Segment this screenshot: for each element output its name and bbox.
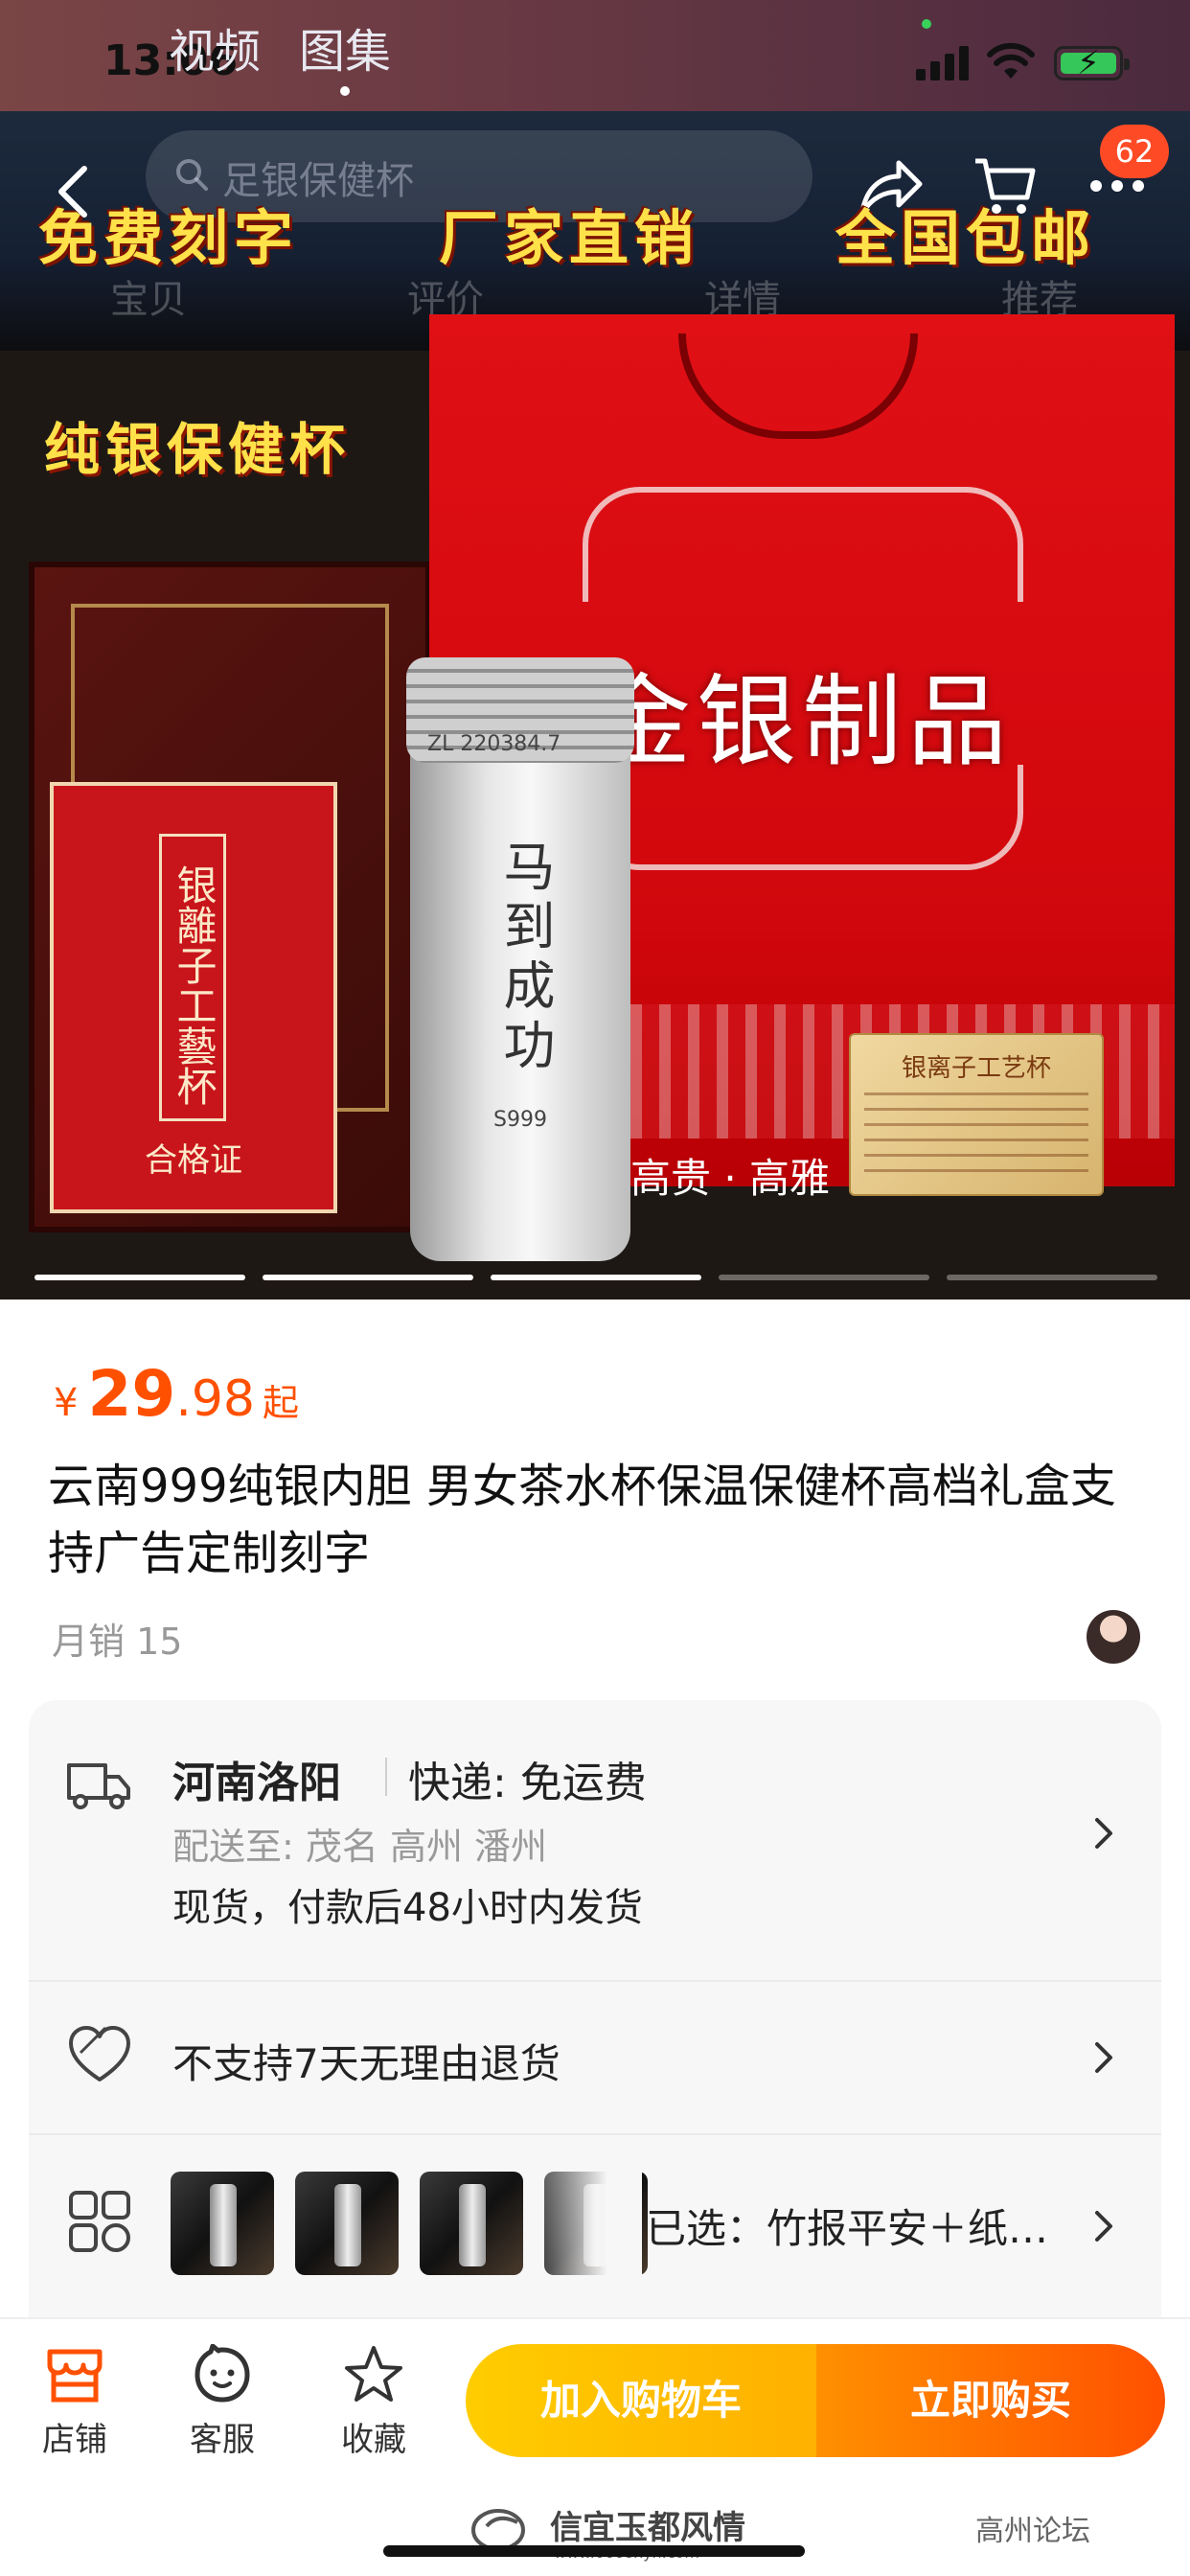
avatar[interactable] [1087,1610,1140,1664]
sku-thumbnail[interactable] [171,2172,274,2275]
pager-segment [34,1275,245,1280]
signal-icon [916,46,969,80]
privacy-indicator [922,19,931,29]
price-currency: ¥ [54,1381,79,1425]
charging-icon: ⚡ [1077,44,1100,82]
ship-origin: 河南洛阳 [172,1759,341,1807]
store-button[interactable]: 店铺 [17,2344,132,2460]
certificate-card: 银離子工藝杯 合格证 [50,782,337,1213]
slogan-factory-direct: 厂家直销 [439,203,700,273]
add-to-cart-button[interactable]: 加入购物车 [466,2344,816,2457]
silver-cup: ZL 220384.7 马到成功 S999 [406,657,634,1261]
product-info: ¥ 29 .98 起 云南999纯银内胆 男女茶水杯保温保健杯高档礼盒支持广告定… [0,1300,1190,2317]
price: ¥ 29 .98 起 [54,1357,299,1431]
category-grid-icon [69,2191,130,2252]
store-label: 店铺 [42,2421,107,2459]
star-icon [345,2346,402,2402]
ship-destination: 配送至: 茂名 高州 潘州 [172,1826,548,1868]
cup-lid-code: ZL 220384.7 [427,732,561,756]
monthly-sales: 月销 15 [52,1621,183,1663]
buy-now-button[interactable]: 立即购买 [816,2344,1165,2457]
slogan-free-shipping: 全国包邮 [835,203,1097,273]
heart-shield-icon [69,2026,130,2082]
status-bar: 13:06 视频 图集 ⚡ [0,0,1190,111]
watermark-text: 信宜玉都风情 [550,2509,745,2547]
return-policy-row[interactable]: 不支持7天无理由退货 [29,1980,1161,2133]
service-label: 客服 [190,2421,255,2459]
certificate-title: 银離子工藝杯 [159,834,226,1121]
sku-thumbnail[interactable] [295,2172,399,2275]
tab-item[interactable]: 宝贝 [0,268,297,324]
gold-card-title: 银离子工艺杯 [901,1054,1051,1083]
search-icon [176,159,208,191]
sku-thumbnail[interactable] [420,2172,523,2275]
product-title: 云南999纯银内胆 男女茶水杯保温保健杯高档礼盒支持广告定制刻字 [48,1460,1116,1580]
hero-subtitle: 纯银保健杯 [44,417,352,482]
return-policy-text: 不支持7天无理由退货 [172,2040,561,2087]
bag-tagline: 高贵 · 高雅 [630,1155,831,1202]
pager-segment [947,1275,1157,1280]
price-suffix: 起 [263,1382,300,1424]
shipping-card[interactable]: 河南洛阳 快递: 免运费 配送至: 茂名 高州 潘州 现货，付款后48小时内发货 [29,1700,1161,1980]
sku-selected: 已选：竹报平安＋纸… [646,2205,1049,2252]
wechat-source-mark: 高州论坛 [975,2515,1090,2548]
cup-engraving: 马到成功 [494,840,555,1077]
favorite-label: 收藏 [341,2421,406,2459]
truck-icon [67,1763,130,1809]
pager-segment [263,1275,473,1280]
slogan-free-engraving: 免费刻字 [38,203,300,273]
wifi-icon [987,42,1035,79]
sku-selector-row[interactable]: 已选：竹报平安＋纸… [29,2133,1161,2317]
gold-card: 银离子工艺杯 [849,1033,1104,1196]
ship-dispatch: 现货，付款后48小时内发货 [172,1886,643,1930]
price-decimal: .98 [175,1370,256,1428]
cup-mark: S999 [493,1108,547,1132]
pager-segment [719,1275,929,1280]
ship-express: 快递: 免运费 [408,1759,647,1807]
bottom-action-bar: 店铺 客服 收藏 加入购物车 立即购买 信宜玉都风情 www.0668xyh.c… [0,2317,1190,2576]
chevron-right-icon [1095,2042,1112,2073]
favorite-button[interactable]: 收藏 [316,2344,431,2460]
home-indicator [383,2545,805,2557]
media-tab-video[interactable]: 视频 [169,13,261,80]
price-integer: 29 [87,1357,176,1431]
pager-segment [491,1275,701,1280]
chevron-right-icon [1095,1818,1112,1849]
cart-badge: 62 [1100,125,1169,178]
media-tabs: 视频 图集 [169,13,391,96]
thumbnail-fade [527,2164,642,2288]
gallery-pager [34,1275,1157,1280]
product-gallery[interactable]: 足银保健杯 62 免费刻字 厂家直销 全国包邮 宝贝 评价 详情 推荐 纯银保健… [0,111,1190,1300]
media-tab-gallery[interactable]: 图集 [299,13,391,96]
divider [385,1758,387,1796]
chat-face-icon [195,2344,250,2403]
certificate-label: 合格证 [145,1141,242,1180]
store-icon [47,2349,103,2403]
chevron-right-icon [1095,2211,1112,2242]
customer-service-button[interactable]: 客服 [165,2344,280,2460]
